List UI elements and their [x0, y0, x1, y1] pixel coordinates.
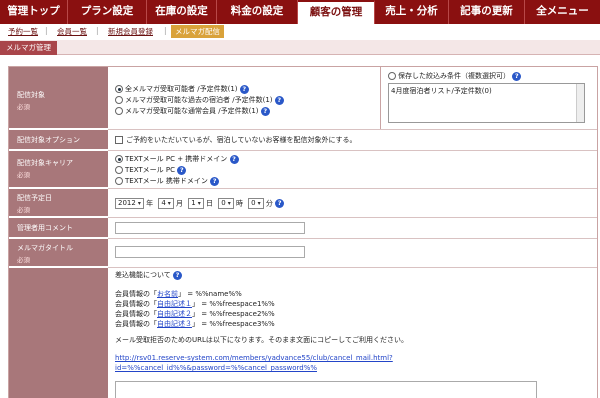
divider: [380, 67, 381, 129]
body-row: [108, 268, 597, 398]
help-icon[interactable]: ?: [173, 270, 183, 280]
help-icon[interactable]: ?: [210, 176, 220, 186]
mag-title-input[interactable]: [115, 246, 305, 258]
exclude-no-show-checkbox[interactable]: ご予約をいただいているが、宿泊していないお客様を配信対象外にする。: [115, 135, 357, 145]
radio-button[interactable]: [115, 96, 123, 104]
target-option-past-guests[interactable]: メルマガ受取可能な過去の宿泊者 /予定件数(1) ?: [115, 95, 284, 105]
carrier-option-mobile[interactable]: TEXTメール 携帯ドメイン ?: [115, 176, 220, 186]
title-bar: [0, 40, 600, 55]
admin-comment-label: 管理者用コメント: [9, 218, 108, 238]
target-option-all[interactable]: 全メルマガ受取可能者 /予定件数(1) ?: [115, 84, 249, 94]
schedule-label: 配信予定日 必須: [9, 189, 108, 217]
help-icon[interactable]: ?: [274, 95, 284, 105]
subnav-separator: |: [164, 26, 167, 35]
help-icon[interactable]: ?: [177, 165, 187, 175]
target-option-regular-members[interactable]: メルマガ受取可能な通常会員 /予定件数(1) ?: [115, 106, 270, 116]
schedule-selectors: 2012 年 4 月 1 日 0 時 0 分 ?: [115, 198, 285, 209]
year-select[interactable]: 2012: [115, 198, 144, 209]
tab-customer-management[interactable]: 顧客の管理: [298, 0, 375, 24]
radio-button[interactable]: [115, 155, 123, 163]
tab-article-update[interactable]: 記事の更新: [449, 0, 525, 24]
subnav-newsletter[interactable]: メルマガ配信: [171, 25, 224, 38]
radio-button[interactable]: [115, 177, 123, 185]
help-icon[interactable]: ?: [260, 106, 270, 116]
tab-all-menu[interactable]: 全メニュー: [525, 0, 600, 24]
name-link[interactable]: お名前: [157, 290, 178, 298]
tab-inventory-settings[interactable]: 在庫の設定: [147, 0, 217, 24]
help-icon[interactable]: ?: [229, 154, 239, 164]
carrier-option-pc-mobile[interactable]: TEXTメール PC + 携帯ドメイン ?: [115, 154, 239, 164]
subnav-separator: |: [45, 26, 48, 35]
tab-price-settings[interactable]: 料金の設定: [217, 0, 298, 24]
carrier-option-pc[interactable]: TEXTメール PC ?: [115, 165, 187, 175]
day-select[interactable]: 1: [188, 198, 204, 209]
page-title: メルマガ管理: [0, 41, 57, 55]
insert-line-free2: 会員情報の「自由記述２」 = %%freespace2%%: [115, 310, 275, 318]
body-label: [9, 268, 108, 398]
minute-select[interactable]: 0: [248, 198, 264, 209]
free2-link[interactable]: 自由記述２: [157, 310, 192, 318]
help-icon[interactable]: ?: [512, 71, 522, 81]
target-option-label: 配信対象オプション: [9, 130, 108, 150]
help-icon[interactable]: ?: [275, 199, 285, 208]
radio-button[interactable]: [388, 72, 396, 80]
carrier-label: 配信対象キャリア 必須: [9, 151, 108, 188]
subnav-reservation-list[interactable]: 予約一覧: [8, 26, 38, 37]
subnav-new-member[interactable]: 新規会員登録: [108, 26, 153, 37]
month-select[interactable]: 4: [158, 198, 174, 209]
mag-title-label: メルマガタイトル 必須: [9, 239, 108, 267]
radio-button[interactable]: [115, 107, 123, 115]
admin-comment-input[interactable]: [115, 222, 305, 234]
tab-plan-settings[interactable]: プラン設定: [68, 0, 147, 24]
insert-line-free1: 会員情報の「自由記述１」 = %%freespace1%%: [115, 300, 275, 308]
subnav-member-list[interactable]: 会員一覧: [57, 26, 87, 37]
cancel-note: メール受取拒否のためのURLは以下になります。そのまま文面にコピーしてご利用くだ…: [115, 336, 408, 344]
tab-sales-analysis[interactable]: 売上・分析: [375, 0, 449, 24]
tab-admin-top[interactable]: 管理トップ: [0, 0, 68, 24]
insert-line-free3: 会員情報の「自由記述３」 = %%freespace3%%: [115, 320, 275, 328]
body-textarea[interactable]: [115, 381, 537, 398]
subnav-separator: |: [96, 26, 99, 35]
radio-button[interactable]: [115, 166, 123, 174]
help-icon[interactable]: ?: [239, 84, 249, 94]
insert-line-name: 会員情報の「お名前」 = %%name%%: [115, 290, 242, 298]
checkbox[interactable]: [115, 136, 123, 144]
radio-button[interactable]: [115, 85, 123, 93]
saved-condition-list[interactable]: 4月度宿泊者リスト/予定件数(0): [388, 83, 585, 123]
saved-condition[interactable]: 保存した絞込み条件（複数選択可） ?: [388, 71, 522, 81]
cancel-url-line2[interactable]: id=%%cancel_id%%&password=%%cancel_passw…: [115, 364, 317, 372]
free1-link[interactable]: 自由記述１: [157, 300, 192, 308]
sub-nav: 予約一覧 | 会員一覧 | 新規会員登録 | メルマガ配信: [0, 24, 600, 41]
cancel-url-line1[interactable]: http://rsv01.reserve-system.com/members/…: [115, 354, 393, 362]
insert-function-title: 差込機能について ?: [115, 270, 183, 280]
hour-select[interactable]: 0: [218, 198, 234, 209]
top-nav: 管理トップ プラン設定 在庫の設定 料金の設定 顧客の管理 売上・分析 記事の更…: [0, 0, 600, 24]
list-item[interactable]: 4月度宿泊者リスト/予定件数(0): [391, 86, 492, 96]
free3-link[interactable]: 自由記述３: [157, 320, 192, 328]
target-label: 配信対象 必須: [9, 67, 108, 129]
scrollbar[interactable]: [576, 84, 584, 122]
